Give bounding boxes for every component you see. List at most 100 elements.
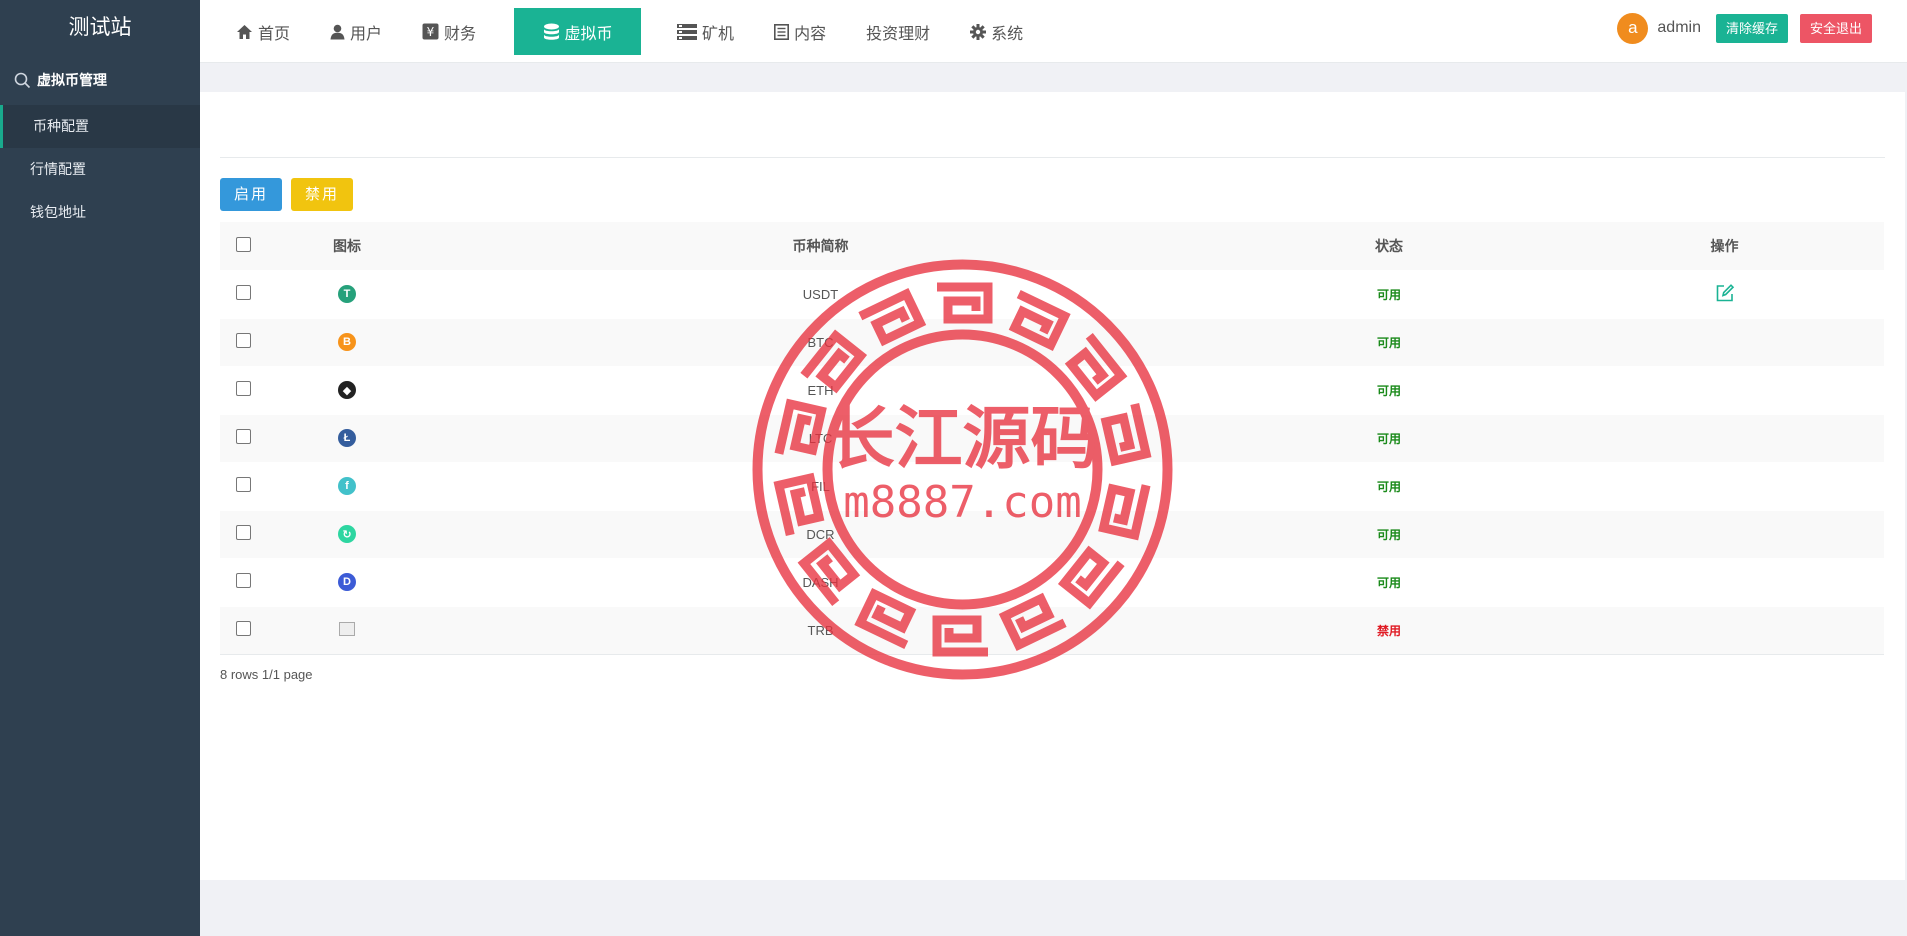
table-toolbar: 启用 禁用 xyxy=(220,178,362,211)
user-icon xyxy=(330,24,345,40)
coin-name: FIL xyxy=(811,478,830,494)
row-select-cell xyxy=(220,462,266,510)
coin-icon-cell: T xyxy=(266,270,428,318)
row-select-cell xyxy=(220,270,266,318)
coin-icon-cell: ◆ xyxy=(266,366,428,414)
clear-cache-button[interactable]: 清除缓存 xyxy=(1715,13,1788,43)
coin-name: ETH xyxy=(807,382,834,398)
row-select-cell xyxy=(220,558,266,606)
coin-icon-cell: B xyxy=(266,318,428,366)
row-checkbox[interactable] xyxy=(235,621,251,636)
pagination-info: 8 rows 1/1 page xyxy=(220,667,313,682)
table-row: Ł LTC 可用 xyxy=(220,414,1884,462)
database-icon xyxy=(543,23,560,41)
sidebar: 测试站 虚拟币管理 币种配置 行情配置 钱包地址 xyxy=(0,0,200,936)
action-cell xyxy=(1565,318,1884,366)
table-row: ◆ ETH 可用 xyxy=(220,366,1884,414)
broken-image-icon xyxy=(339,621,355,636)
username[interactable]: admin xyxy=(1657,19,1701,37)
action-cell xyxy=(1565,558,1884,606)
search-icon xyxy=(14,72,31,88)
action-cell xyxy=(1565,366,1884,414)
coin-table: 图标 币种简称 状态 操作 T USDT 可用 B BTC 可用 ◆ ETH 可用 Ł LTC 可用 f… xyxy=(220,222,1884,655)
sidebar-section-header[interactable]: 虚拟币管理 xyxy=(0,55,200,105)
status-cell: 可用 xyxy=(1213,510,1565,558)
avatar[interactable]: a xyxy=(1617,12,1649,44)
nav-system[interactable]: 系统 xyxy=(954,8,1039,55)
table-row: ↻ DCR 可用 xyxy=(220,510,1884,558)
action-cell xyxy=(1565,510,1884,558)
disable-button[interactable]: 禁用 xyxy=(291,178,354,211)
sidebar-item-market-config[interactable]: 行情配置 xyxy=(0,148,200,191)
status-badge: 可用 xyxy=(1376,383,1401,398)
site-title: 测试站 xyxy=(68,15,132,39)
sidebar-item-wallet-address[interactable]: 钱包地址 xyxy=(0,191,200,234)
edit-icon[interactable] xyxy=(1715,283,1735,306)
coin-name: TRB xyxy=(807,622,834,638)
row-checkbox[interactable] xyxy=(235,285,251,300)
status-badge: 可用 xyxy=(1376,479,1401,494)
content-header xyxy=(220,92,1885,158)
nav-home-label: 首页 xyxy=(258,25,291,43)
sidebar-item-coin-config[interactable]: 币种配置 xyxy=(0,105,200,148)
row-checkbox[interactable] xyxy=(235,333,251,348)
nav-miner[interactable]: 矿机 xyxy=(661,8,750,55)
status-badge: 可用 xyxy=(1376,527,1401,542)
status-cell: 可用 xyxy=(1213,270,1565,318)
document-icon xyxy=(774,23,790,40)
coin-name: DASH xyxy=(802,574,839,590)
row-checkbox[interactable] xyxy=(235,429,251,444)
nav-system-label: 系统 xyxy=(991,25,1024,43)
coin-name: LTC xyxy=(808,430,833,446)
header-status[interactable]: 状态 xyxy=(1213,222,1565,270)
action-cell xyxy=(1565,270,1884,318)
nav-home[interactable]: 首页 xyxy=(220,8,306,55)
nav-virtual-coin[interactable]: 虚拟币 xyxy=(514,8,642,55)
coin-logo-icon: T xyxy=(338,285,356,303)
nav-finance-label: 财务 xyxy=(444,25,477,43)
row-checkbox[interactable] xyxy=(235,381,251,396)
table-row: T USDT 可用 xyxy=(220,270,1884,318)
coin-logo-icon: ◆ xyxy=(338,381,356,399)
nav-miner-label: 矿机 xyxy=(702,25,735,43)
coin-icon-cell: Ł xyxy=(266,414,428,462)
nav-user[interactable]: 用户 xyxy=(314,8,398,55)
status-cell: 可用 xyxy=(1213,462,1565,510)
row-checkbox[interactable] xyxy=(235,477,251,492)
row-checkbox[interactable] xyxy=(235,525,251,540)
row-select-cell xyxy=(220,606,266,654)
status-badge: 可用 xyxy=(1376,575,1401,590)
coin-icon-cell xyxy=(266,606,428,654)
row-checkbox[interactable] xyxy=(235,573,251,588)
coin-logo-icon: Ł xyxy=(338,429,356,447)
select-all-checkbox[interactable] xyxy=(235,236,251,252)
coin-logo-icon: B xyxy=(338,333,356,351)
nav-content[interactable]: 内容 xyxy=(758,8,842,55)
table-row: f FIL 可用 xyxy=(220,462,1884,510)
select-all-cell xyxy=(220,222,266,270)
enable-button[interactable]: 启用 xyxy=(220,178,283,211)
status-badge: 可用 xyxy=(1376,431,1401,446)
logout-button[interactable]: 安全退出 xyxy=(1799,13,1872,43)
header-coin-name[interactable]: 币种简称 xyxy=(428,222,1213,270)
nav-investment-label: 投资理财 xyxy=(866,25,931,43)
status-cell: 可用 xyxy=(1213,366,1565,414)
nav-investment[interactable]: 投资理财 xyxy=(850,8,946,55)
home-icon xyxy=(236,24,253,40)
user-area: a admin 清除缓存 安全退出 xyxy=(1617,12,1907,44)
nav-virtual-coin-label: 虚拟币 xyxy=(564,25,613,43)
table-row: TRB 禁用 xyxy=(220,606,1884,654)
nav-finance[interactable]: ¥ 财务 xyxy=(406,8,492,55)
coin-name: USDT xyxy=(802,286,839,302)
status-badge: 禁用 xyxy=(1376,623,1401,638)
header-icon: 图标 xyxy=(333,237,361,254)
coin-logo-icon: ↻ xyxy=(338,525,356,543)
content-panel: 启用 禁用 图标 币种简称 状态 操作 T USDT 可用 B BTC 可用 ◆ ETH 可用 Ł… xyxy=(200,92,1905,880)
row-select-cell xyxy=(220,414,266,462)
sidebar-section-label: 虚拟币管理 xyxy=(37,72,107,88)
table-header-row: 图标 币种简称 状态 操作 xyxy=(220,222,1884,270)
server-icon xyxy=(677,23,698,40)
row-select-cell xyxy=(220,318,266,366)
yen-icon: ¥ xyxy=(422,23,439,40)
svg-text:¥: ¥ xyxy=(427,25,435,39)
